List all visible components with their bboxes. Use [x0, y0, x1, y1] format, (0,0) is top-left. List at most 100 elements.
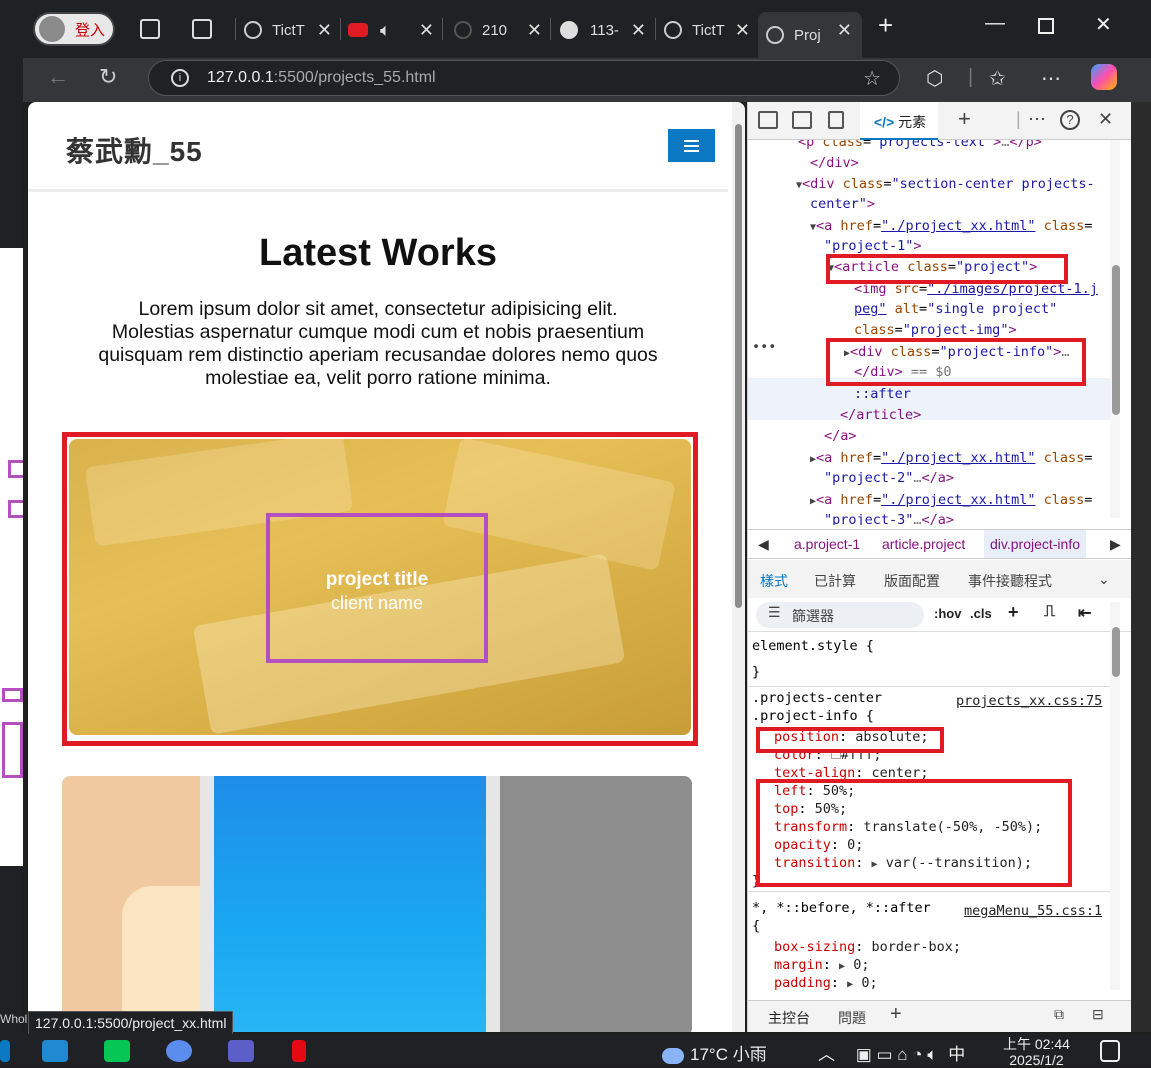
project-title: project title [325, 569, 429, 590]
inspect-icon[interactable] [758, 111, 778, 129]
tab-5[interactable]: TictT ✕ [664, 12, 750, 48]
system-tray[interactable]: ︿ ▣ ▭ ⌂ ◔ 🔈︎ 中 [818, 1040, 965, 1065]
globe-icon [664, 21, 682, 39]
favorites-icon[interactable]: ✩ [989, 66, 1006, 91]
css-declaration[interactable]: margin: ▶ 0; [774, 956, 869, 976]
close-icon[interactable]: ✕ [419, 20, 434, 41]
project-1-image[interactable]: project title client name [69, 439, 691, 735]
dock-drawer-icon[interactable]: ⧉ [1054, 1006, 1064, 1023]
add-tab-icon[interactable]: + [958, 106, 971, 132]
refresh-button[interactable]: ↻ [99, 64, 117, 90]
breadcrumb-item-selected[interactable]: div.project-info [984, 530, 1087, 558]
tab-console[interactable]: 主控台 [768, 1008, 810, 1028]
dom-line[interactable]: </article> [840, 405, 921, 426]
tab-elements[interactable]: </> 元素 [860, 102, 939, 140]
help-icon[interactable]: ? [1060, 110, 1080, 130]
tab-6-active[interactable]: Proj ✕ [758, 12, 862, 58]
cls-toggle[interactable]: .cls [970, 606, 992, 621]
dock-icon[interactable] [828, 111, 844, 129]
tab-layout[interactable]: 版面配置 [884, 571, 940, 591]
more-options-icon[interactable]: ⋯ [1028, 109, 1046, 130]
close-icon[interactable]: ✕ [837, 20, 852, 41]
back-button[interactable]: ← [47, 64, 69, 90]
styles-scrollbar[interactable] [1110, 602, 1120, 990]
favorite-star-icon[interactable]: ☆ [863, 66, 881, 91]
tab-4[interactable]: 113- ✕ [560, 12, 646, 48]
dom-scrollbar-thumb[interactable] [1112, 265, 1120, 415]
project-2-image[interactable] [62, 776, 692, 1032]
minimize-button[interactable]: — [985, 12, 1005, 35]
device-emulation-icon[interactable] [792, 111, 812, 129]
new-tab-button[interactable]: + [878, 10, 893, 41]
tab-1[interactable]: TictT ✕ [244, 12, 332, 48]
row-menu-icon[interactable]: ••• [752, 337, 776, 358]
close-icon[interactable]: ✕ [317, 20, 332, 41]
start-icon[interactable] [0, 1040, 10, 1062]
window-close-button[interactable]: ✕ [1095, 12, 1112, 37]
maximize-button[interactable] [1038, 18, 1054, 34]
site-brand[interactable]: 蔡武勳_55 [66, 130, 203, 170]
centering-highlight-box [756, 779, 1072, 887]
element-style-rule[interactable]: element.style { [752, 637, 874, 655]
close-icon[interactable]: ✕ [527, 20, 542, 41]
filter-input[interactable]: ☰ 篩選器 [756, 602, 924, 628]
close-icon[interactable]: ✕ [735, 20, 750, 41]
chevron-down-icon[interactable]: ⌄ [1098, 571, 1110, 588]
breadcrumb-item[interactable]: article.project [882, 536, 965, 552]
globe-icon [766, 26, 784, 44]
speaker-icon[interactable]: 🔈︎ [380, 20, 391, 41]
rule-source-link[interactable]: projects_xx.css:75 [956, 692, 1102, 710]
extensions-icon[interactable]: ⬡ [926, 66, 943, 91]
clock[interactable]: 上午 02:44 2025/1/2 [1003, 1036, 1070, 1068]
tab-3[interactable]: 210 ✕ [454, 12, 542, 48]
page-scrollbar-thumb[interactable] [735, 124, 742, 608]
tab-styles[interactable]: 樣式 [760, 571, 788, 591]
tab-2[interactable]: 🔈︎ ✕ [348, 12, 434, 48]
add-drawer-tab-icon[interactable]: + [890, 1003, 902, 1026]
css-declaration[interactable]: box-sizing: border-box; [774, 938, 961, 956]
notification-icon[interactable] [1100, 1040, 1120, 1062]
close-drawer-icon[interactable]: ⊟ [1092, 1006, 1104, 1023]
paint-icon[interactable]: ⎍ [1044, 603, 1055, 621]
close-icon[interactable]: ✕ [631, 20, 646, 41]
tab-event-listeners[interactable]: 事件接聽程式 [968, 571, 1052, 591]
teams-icon[interactable] [228, 1040, 254, 1062]
rule-source-link[interactable]: megaMenu_55.css:1 [964, 902, 1102, 920]
copilot-icon[interactable] [1091, 64, 1117, 90]
more-menu-icon[interactable]: ⋯ [1041, 66, 1061, 91]
tab-issues[interactable]: 問題 [838, 1008, 866, 1028]
breadcrumb-forward-icon[interactable]: ▶ [1110, 536, 1121, 553]
browser-title-bar: 登入 TictT ✕ 🔈︎ ✕ 210 ✕ 113- ✕ TictT ✕ Pro… [0, 0, 1151, 58]
dom-line[interactable]: </div> [810, 153, 859, 174]
vscode-icon[interactable] [42, 1040, 68, 1062]
hamburger-menu-button[interactable] [668, 129, 715, 162]
dom-scrollbar[interactable] [1110, 140, 1120, 518]
styles-scrollbar-thumb[interactable] [1112, 627, 1120, 677]
ime-indicator[interactable]: 中 [948, 1045, 965, 1064]
tab-actions-icon[interactable] [192, 19, 212, 39]
breadcrumb-back-icon[interactable]: ◀ [758, 536, 769, 553]
hov-toggle[interactable]: :hov [934, 606, 961, 621]
dom-line[interactable]: ::after [854, 384, 911, 405]
site-info-icon[interactable]: i [171, 69, 189, 87]
tab-computed[interactable]: 已計算 [814, 571, 856, 591]
line-icon[interactable] [104, 1040, 130, 1062]
css-declaration[interactable]: padding: ▶ 0; [774, 974, 878, 994]
netflix-icon[interactable] [292, 1040, 306, 1062]
dom-line[interactable]: </a> [824, 426, 857, 447]
new-rule-icon[interactable]: + [1008, 602, 1019, 623]
workspaces-icon[interactable] [140, 19, 160, 39]
project-info: project title client name [266, 513, 488, 663]
weather-widget[interactable]: 17°C 小雨 [662, 1040, 767, 1065]
copilot-app-icon[interactable] [166, 1040, 192, 1062]
address-bar[interactable]: i 127.0.0.1:5500/projects_55.html ☆ [148, 60, 900, 96]
page-scrollbar[interactable] [732, 102, 745, 1032]
close-devtools-icon[interactable]: ✕ [1098, 109, 1113, 130]
profile-button[interactable]: 登入 [33, 12, 115, 46]
tray-icons[interactable]: ▣ ▭ ⌂ ◔ 🔈︎ [856, 1045, 938, 1064]
dom-line[interactable]: <p class="projects-text">…</p> [798, 140, 1042, 153]
breadcrumb-item[interactable]: a.project-1 [794, 536, 860, 552]
chevron-up-icon[interactable]: ︿ [818, 1045, 835, 1064]
project-1-highlight[interactable]: project title client name [62, 432, 698, 746]
sidebar-toggle-icon[interactable]: ⇤ [1078, 603, 1091, 623]
